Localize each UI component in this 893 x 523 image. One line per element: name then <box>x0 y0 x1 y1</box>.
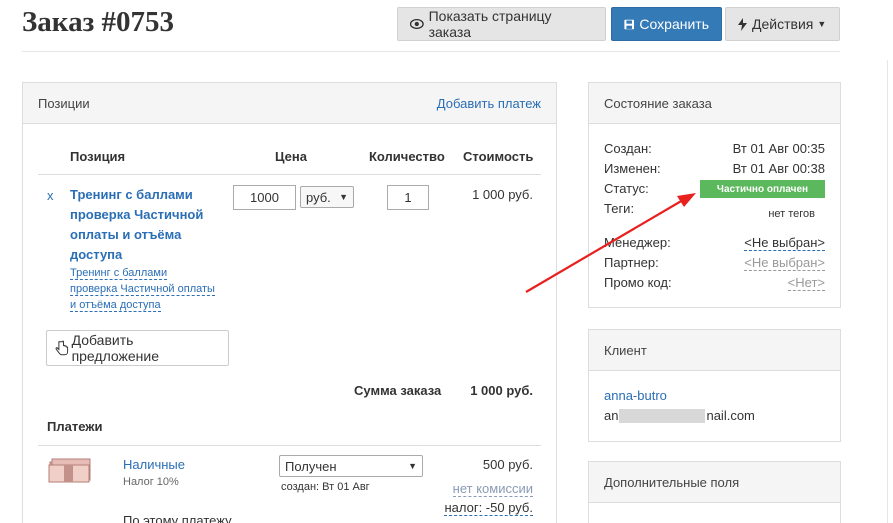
client-panel: Клиент anna-butro an nail.com <box>588 329 841 442</box>
promo-select-link[interactable]: <Нет> <box>689 275 825 291</box>
add-offer-button[interactable]: Добавить предложение <box>46 330 229 366</box>
item-name-link[interactable]: Тренинг с баллами проверка Частичной опл… <box>70 185 220 265</box>
header-divider <box>38 174 541 175</box>
show-order-page-label: Показать страницу заказа <box>428 8 552 40</box>
manager-select-link[interactable]: <Не выбран> <box>689 235 825 251</box>
order-sum-label: Сумма заказа <box>354 383 442 398</box>
payment-note: По этому платежу <box>123 513 232 523</box>
hand-pointer-icon <box>55 340 69 356</box>
column-header-cost: Стоимость <box>463 149 534 164</box>
save-icon <box>624 19 635 29</box>
client-title: Клиент <box>604 342 647 358</box>
client-header: Клиент <box>589 330 840 371</box>
partner-label: Партнер: <box>604 255 659 270</box>
cash-icon <box>48 458 91 483</box>
payments-title: Платежи <box>47 419 103 434</box>
order-sum-value: 1 000 руб. <box>470 383 533 398</box>
currency-select[interactable]: руб. ▼ <box>300 186 354 208</box>
payment-tax-link[interactable]: налог: -50 руб. <box>413 500 533 516</box>
price-input[interactable]: 1000 <box>233 185 296 210</box>
payment-method-link[interactable]: Наличные <box>123 457 185 472</box>
positions-title: Позиции <box>38 95 90 111</box>
extra-fields-header: Дополнительные поля <box>589 462 840 503</box>
positions-panel-header: Позиции Добавить платеж <box>23 83 556 124</box>
caret-down-icon: ▼ <box>817 19 827 29</box>
created-value: Вт 01 Авг 00:35 <box>732 141 825 156</box>
caret-down-icon: ▼ <box>408 461 417 471</box>
tags-value: нет тегов <box>768 208 815 220</box>
payment-created: создан: Вт 01 Авг <box>281 481 370 493</box>
positions-panel: Позиции Добавить платеж Позиция Цена Кол… <box>22 82 557 523</box>
payment-amount: 500 руб. <box>482 457 533 472</box>
client-name-link[interactable]: anna-butro <box>604 388 667 403</box>
quantity-input[interactable]: 1 <box>387 185 429 210</box>
extra-fields-title: Дополнительные поля <box>604 474 740 490</box>
show-order-page-button[interactable]: Показать страницу заказа <box>397 7 606 41</box>
currency-value: руб. <box>306 189 331 205</box>
header-divider <box>22 51 840 52</box>
payments-divider <box>38 445 541 446</box>
scrollbar-track[interactable] <box>887 60 888 523</box>
column-header-price: Цена <box>275 149 307 164</box>
client-email: an nail.com <box>604 408 755 423</box>
order-state-panel: Состояние заказа Создан: Вт 01 Авг 00:35… <box>588 82 841 308</box>
item-subname-link[interactable]: Тренинг с баллами проверка Частичной опл… <box>70 265 215 313</box>
save-label: Сохранить <box>639 16 709 32</box>
actions-dropdown-button[interactable]: Действия ▼ <box>725 7 840 41</box>
email-redaction <box>619 408 706 423</box>
caret-down-icon: ▼ <box>339 192 348 202</box>
payment-tax-rate: Налог 10% <box>123 476 179 488</box>
add-payment-link[interactable]: Добавить платеж <box>437 96 541 111</box>
tags-label: Теги: <box>604 201 635 216</box>
bolt-icon <box>738 17 747 31</box>
status-label: Статус: <box>604 181 649 196</box>
client-email-suffix: nail.com <box>706 408 755 423</box>
promo-label: Промо код: <box>604 275 672 290</box>
item-cost: 1 000 руб. <box>472 187 533 202</box>
payment-status-select[interactable]: Получен ▼ <box>279 455 423 477</box>
actions-label: Действия <box>752 16 814 32</box>
order-state-title: Состояние заказа <box>604 95 712 111</box>
remove-item-button[interactable]: x <box>47 188 54 203</box>
eye-icon <box>410 19 424 29</box>
manager-label: Менеджер: <box>604 235 671 250</box>
extra-fields-panel: Дополнительные поля <box>588 461 841 523</box>
page-title: Заказ #0753 <box>22 6 174 38</box>
save-button[interactable]: Сохранить <box>611 7 722 41</box>
payment-commission-link[interactable]: нет комиссии <box>413 481 533 497</box>
changed-value: Вт 01 Авг 00:38 <box>732 161 825 176</box>
column-header-position: Позиция <box>70 149 126 164</box>
created-label: Создан: <box>604 141 652 156</box>
partner-select-link[interactable]: <Не выбран> <box>689 255 825 271</box>
payment-status-value: Получен <box>285 458 337 474</box>
client-email-prefix: an <box>604 408 619 423</box>
column-header-quantity: Количество <box>369 149 445 164</box>
order-state-header: Состояние заказа <box>589 83 840 124</box>
add-offer-label: Добавить предложение <box>71 332 160 364</box>
changed-label: Изменен: <box>604 161 661 176</box>
status-badge[interactable]: Частично оплачен <box>700 180 825 198</box>
